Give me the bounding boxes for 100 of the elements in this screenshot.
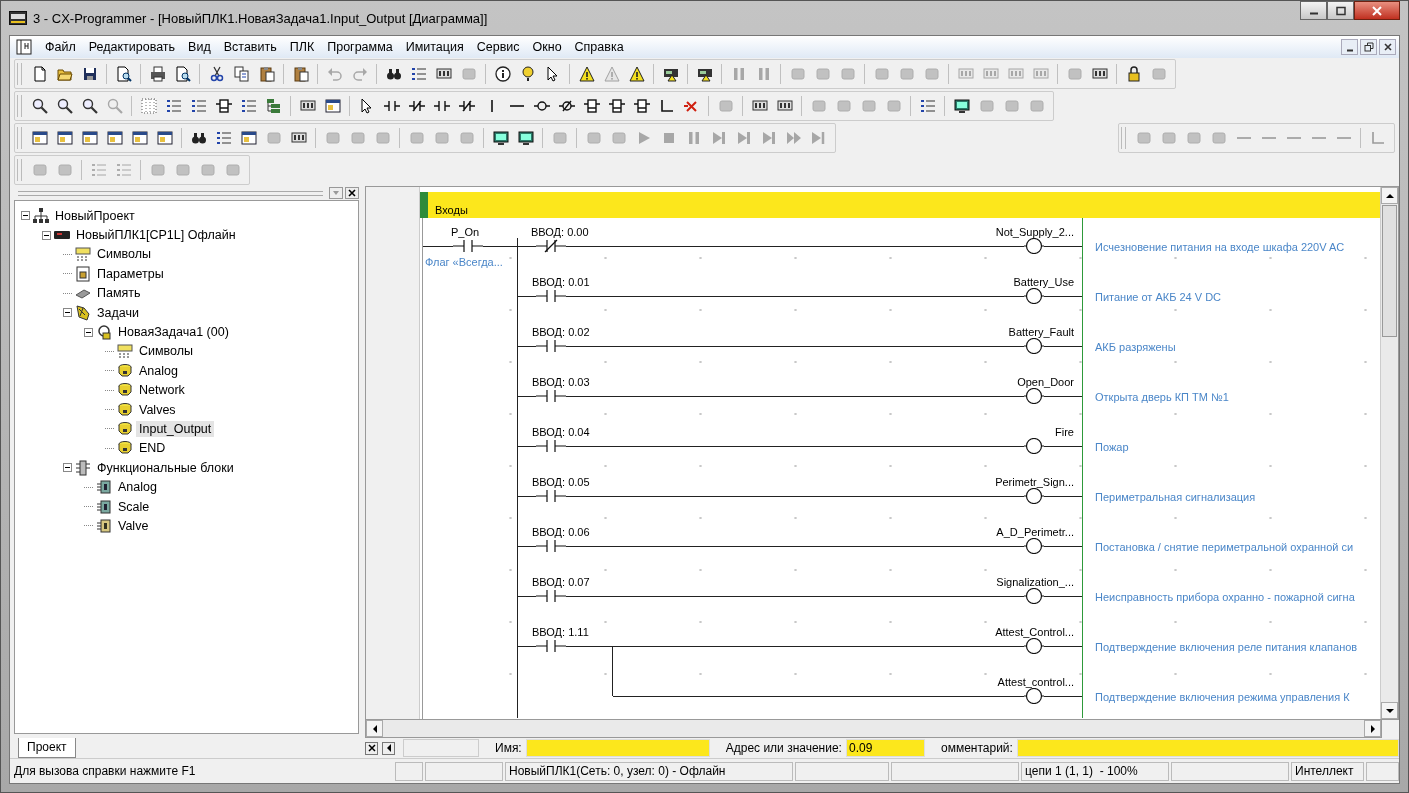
window-icon[interactable] [240, 130, 257, 146]
menu-item[interactable]: Вставить [223, 40, 277, 54]
input-field[interactable] [403, 739, 479, 757]
window-icon[interactable] [56, 130, 73, 146]
scroll-left-button[interactable] [366, 720, 383, 737]
tree-item[interactable]: Input_Output [136, 421, 215, 437]
slashed-coil-icon[interactable] [558, 98, 575, 114]
tree-item[interactable]: Valve [115, 517, 152, 534]
scroll-up-button[interactable] [1381, 187, 1398, 204]
scroll-down-button[interactable] [1381, 702, 1398, 719]
rack-icon[interactable] [1091, 66, 1108, 82]
minimize-button[interactable] [1341, 39, 1358, 55]
tree-item[interactable]: END [136, 440, 169, 457]
coil-symbol[interactable] [1024, 488, 1044, 504]
monitor-icon[interactable] [517, 130, 534, 146]
menu-item[interactable]: Программа [327, 40, 393, 54]
monitor-icon[interactable] [953, 98, 970, 114]
printer-icon[interactable] [149, 66, 166, 82]
tree-item[interactable]: Scale [115, 498, 153, 515]
contact-symbol[interactable] [536, 638, 566, 654]
contact-symbol[interactable] [536, 388, 566, 404]
document-magnifier-icon[interactable] [174, 66, 191, 82]
coil-symbol[interactable] [1024, 238, 1044, 254]
corner-line-icon[interactable] [658, 98, 675, 114]
tree-toggle[interactable] [84, 327, 93, 337]
window-icon[interactable] [156, 130, 173, 146]
contact-icon[interactable] [383, 98, 400, 114]
slashed-contact-icon[interactable] [408, 98, 425, 114]
zoom-icon[interactable] [31, 98, 48, 114]
coil-symbol[interactable] [1024, 588, 1044, 604]
coil-symbol[interactable] [1024, 688, 1044, 704]
folder-icon[interactable] [56, 66, 73, 82]
menu-item[interactable]: Справка [574, 40, 624, 54]
rack-icon[interactable] [299, 98, 316, 114]
plc-device-icon[interactable] [662, 66, 679, 82]
project-tab[interactable]: Проект [18, 738, 76, 758]
warning-icon[interactable] [578, 66, 595, 82]
grid-icon[interactable] [140, 98, 157, 114]
input-field[interactable] [1016, 739, 1399, 757]
restore-button[interactable] [1360, 39, 1377, 55]
slashed-contact-symbol[interactable] [536, 238, 566, 254]
menu-item[interactable]: Сервис [476, 40, 520, 54]
copy-icon[interactable] [233, 66, 250, 82]
list-icon[interactable] [240, 98, 257, 114]
window-icon[interactable] [131, 130, 148, 146]
tree-item[interactable]: Analog [115, 479, 160, 496]
rack-icon[interactable] [290, 130, 307, 146]
vertical-scrollbar[interactable] [1380, 187, 1398, 719]
list-icon[interactable] [190, 98, 207, 114]
contact-symbol[interactable] [536, 588, 566, 604]
instruction-block-icon[interactable] [608, 98, 625, 114]
instruction-block-icon[interactable] [633, 98, 650, 114]
document-window-icon[interactable] [16, 39, 32, 55]
instruction-block-icon[interactable] [215, 98, 232, 114]
monitor-icon[interactable] [492, 130, 509, 146]
close-button[interactable] [1379, 39, 1396, 55]
tree-item[interactable]: НовыйПЛК1[CP1L] Офлайн [73, 227, 239, 244]
tree-item[interactable]: Символы [136, 343, 197, 360]
tree-item[interactable]: НоваяЗадача1 (00) [115, 324, 232, 341]
window-icon[interactable] [106, 130, 123, 146]
warning-icon[interactable] [628, 66, 645, 82]
info-icon[interactable] [494, 66, 511, 82]
coil-icon[interactable] [533, 98, 550, 114]
contact-symbol[interactable] [536, 438, 566, 454]
coil-symbol[interactable] [1024, 438, 1044, 454]
tree-item[interactable]: Valves [136, 401, 179, 418]
tree-item[interactable]: Network [136, 382, 188, 399]
scroll-right-button[interactable] [1364, 720, 1381, 737]
minimize-button[interactable] [1300, 1, 1327, 20]
contact-symbol[interactable] [536, 288, 566, 304]
help-icon[interactable] [519, 66, 536, 82]
tree-toggle[interactable] [63, 463, 72, 473]
slashed-contact-icon[interactable] [458, 98, 475, 114]
tree-item[interactable]: Analog [136, 362, 181, 379]
plc-device-icon[interactable] [696, 66, 713, 82]
rack-icon[interactable] [776, 98, 793, 114]
tree-toggle[interactable] [21, 211, 30, 221]
tree-item[interactable]: Функциональные блоки [94, 459, 237, 476]
binoculars-icon[interactable] [385, 66, 402, 82]
window-icon[interactable] [81, 130, 98, 146]
tree-item[interactable]: НовыйПроект [52, 207, 138, 224]
menu-item[interactable]: ПЛК [289, 40, 315, 54]
contact-icon[interactable] [433, 98, 450, 114]
document-magnifier-icon[interactable] [115, 66, 132, 82]
menu-item[interactable]: Окно [532, 40, 562, 54]
tree-item[interactable]: Параметры [94, 265, 167, 282]
close-button[interactable] [1354, 1, 1400, 20]
maximize-button[interactable] [1327, 1, 1354, 20]
horizontal-scrollbar[interactable] [365, 720, 1382, 738]
tree-icon[interactable] [265, 98, 282, 114]
list-icon[interactable] [165, 98, 182, 114]
close-button[interactable] [365, 741, 378, 755]
coil-symbol[interactable] [1024, 338, 1044, 354]
clipboard-icon[interactable] [258, 66, 275, 82]
coil-symbol[interactable] [1024, 638, 1044, 654]
scroll-left-button[interactable] [382, 741, 395, 755]
tree-item[interactable]: Память [94, 285, 144, 302]
coil-symbol[interactable] [1024, 388, 1044, 404]
scissors-icon[interactable] [208, 66, 225, 82]
clipboard-icon[interactable] [292, 66, 309, 82]
